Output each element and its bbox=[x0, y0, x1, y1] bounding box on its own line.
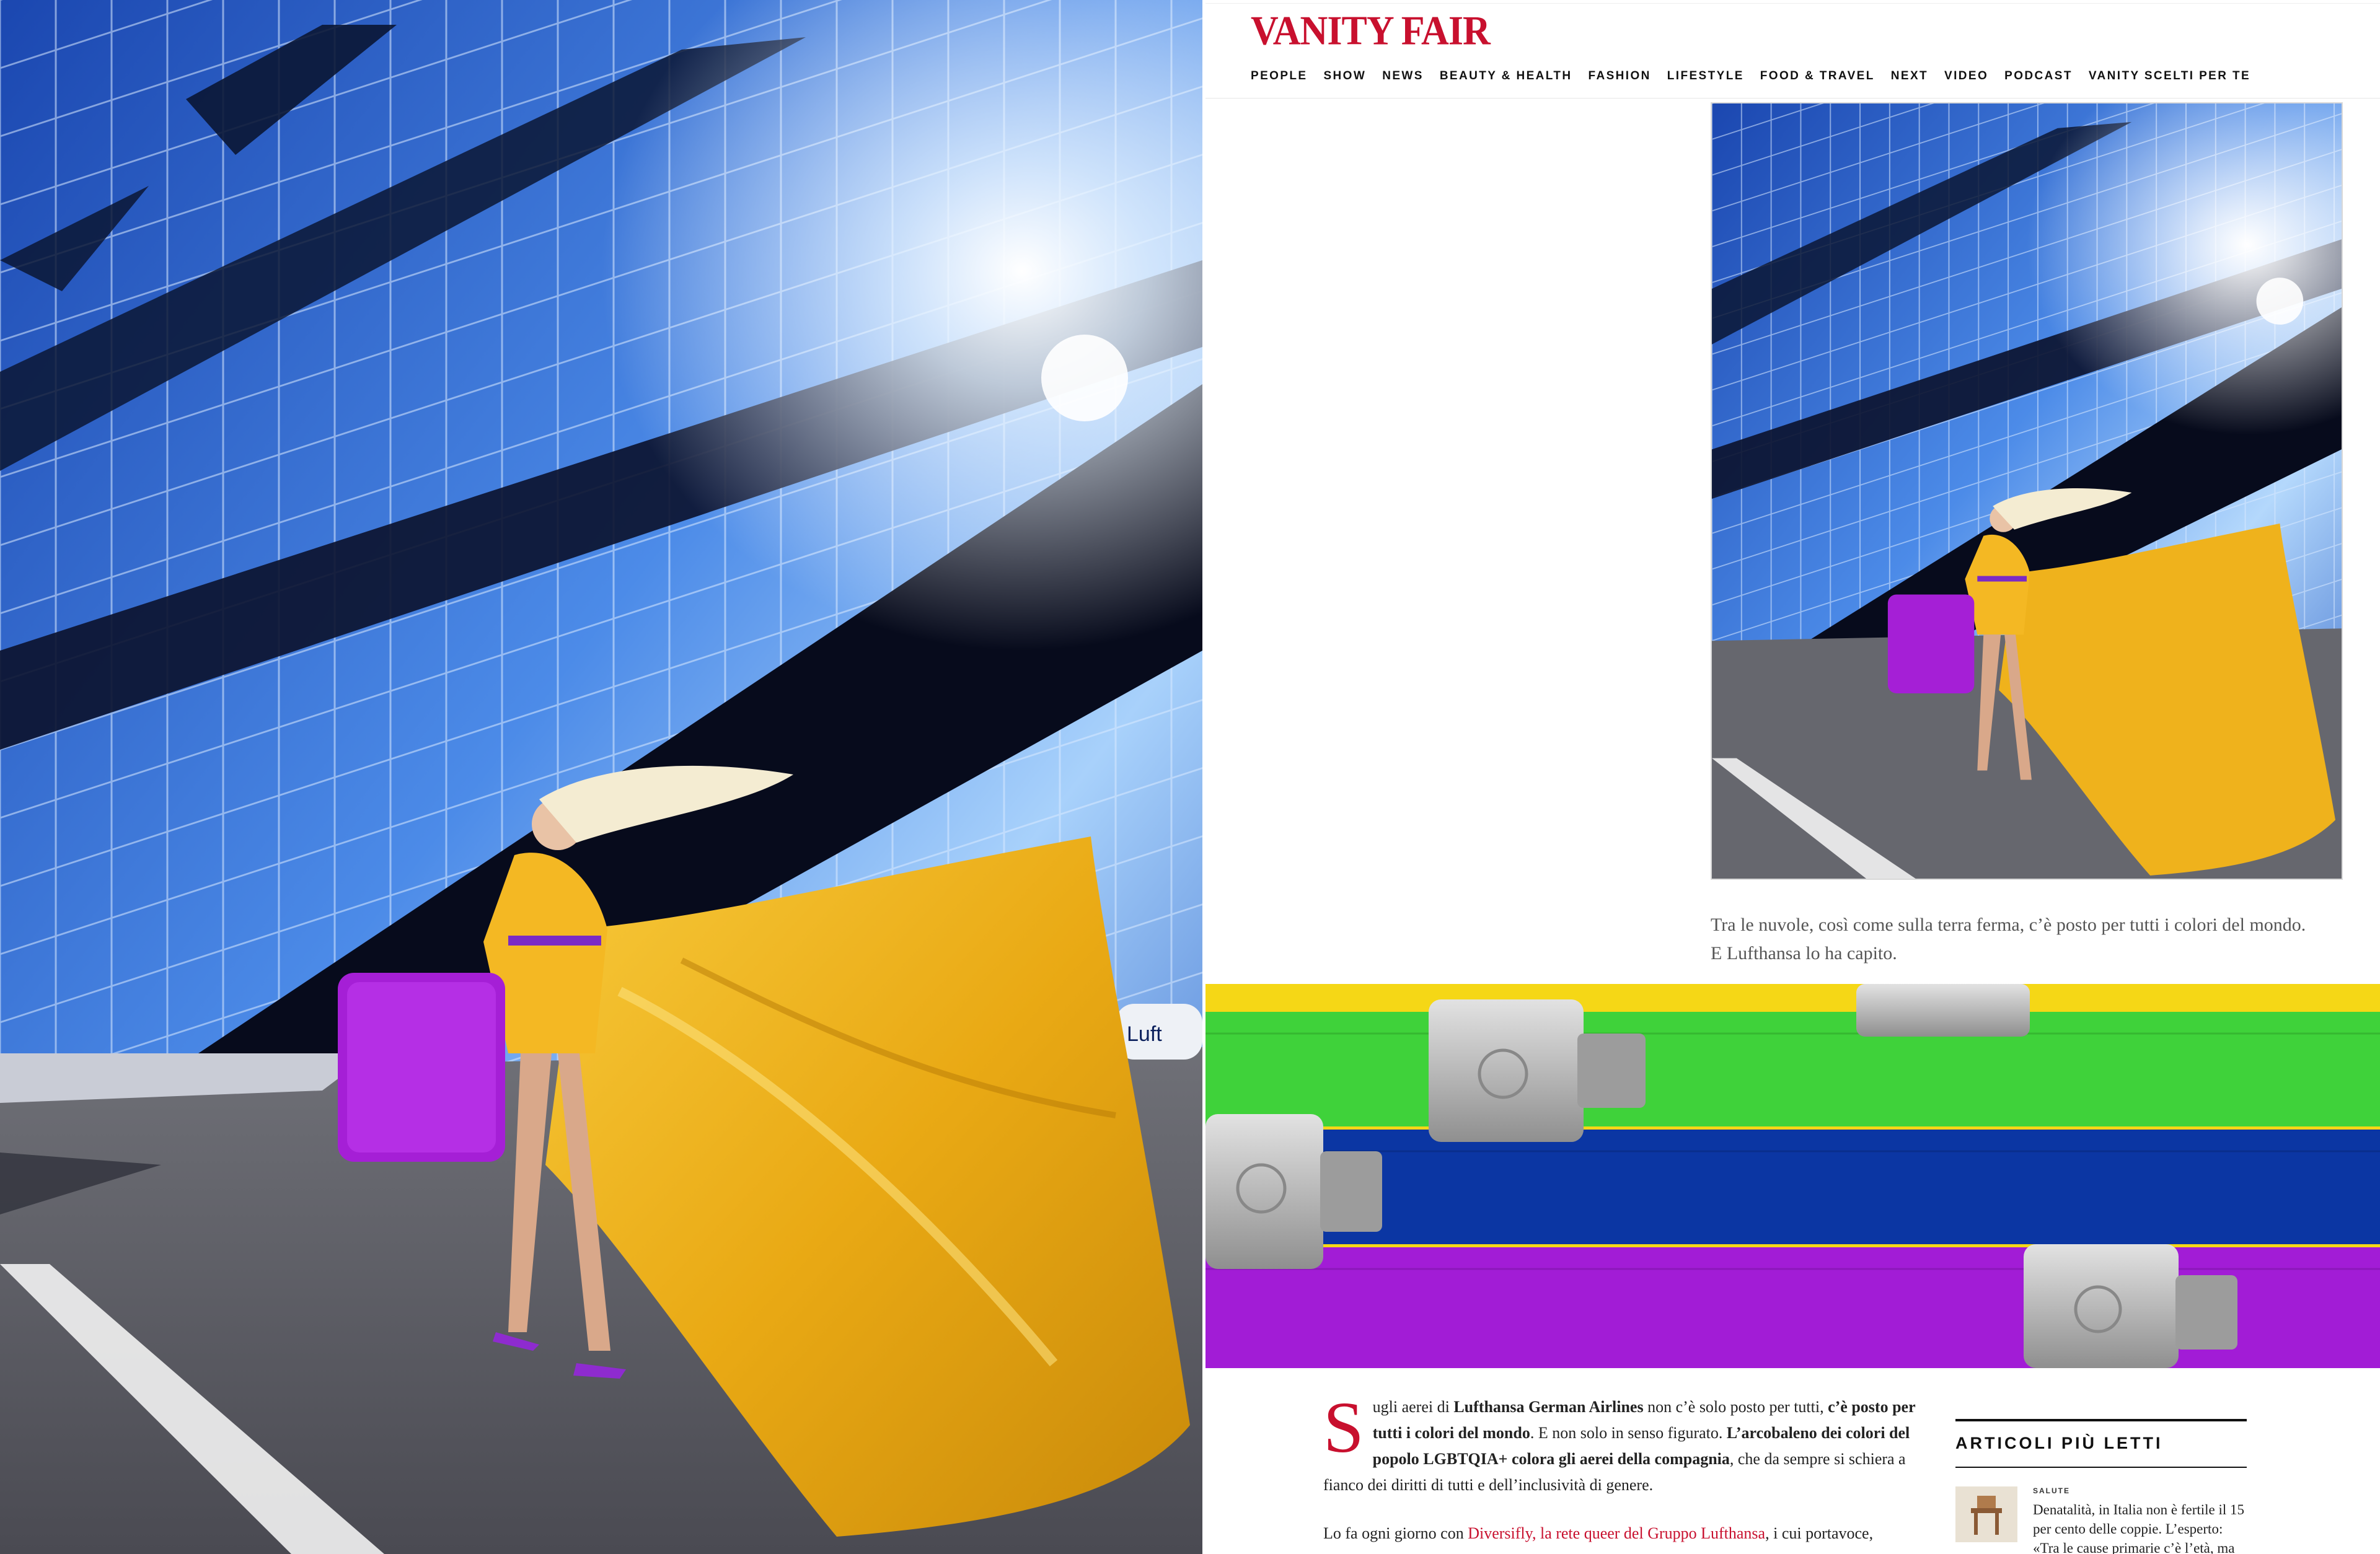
nav-item-video[interactable]: VIDEO bbox=[1944, 69, 1988, 83]
nav-item-people[interactable]: PEOPLE bbox=[1251, 69, 1307, 83]
paragraph-2: Lo fa ogni giorno con Diversifly, la ret… bbox=[1323, 1521, 1943, 1547]
most-read-headline[interactable]: Denatalità, in Italia non è fertile il 1… bbox=[2033, 1500, 2247, 1554]
hero-photo: Luft bbox=[0, 0, 1202, 1554]
vanity-fair-logo[interactable]: VANITY FAIR bbox=[1251, 7, 1491, 55]
top-divider bbox=[1205, 0, 2380, 4]
nav-divider bbox=[1205, 98, 2380, 99]
nav-item-food-travel[interactable]: FOOD & TRAVEL bbox=[1760, 69, 1875, 83]
p1-bold-1: Lufthansa German Airlines bbox=[1453, 1398, 1644, 1416]
most-read-sidebar: ARTICOLI PIÙ LETTI SALUTE Denatalità, in… bbox=[1955, 1419, 2247, 1554]
diversifly-link[interactable]: Diversifly, la rete queer del Gruppo Luf… bbox=[1468, 1524, 1765, 1542]
article-page: VANITY FAIR PEOPLE SHOW NEWS BEAUTY & HE… bbox=[1205, 0, 2380, 1554]
main-nav: PEOPLE SHOW NEWS BEAUTY & HEALTH FASHION… bbox=[1251, 69, 2267, 83]
most-read-kicker: SALUTE bbox=[2033, 1486, 2070, 1495]
nav-item-lifestyle[interactable]: LIFESTYLE bbox=[1667, 69, 1744, 83]
article-photo[interactable] bbox=[1711, 102, 2343, 880]
plane-lettering: Luft bbox=[1127, 1022, 1162, 1046]
p1-text-1: ugli aerei di bbox=[1372, 1398, 1454, 1416]
nav-item-next[interactable]: NEXT bbox=[1891, 69, 1928, 83]
most-read-item[interactable]: SALUTE Denatalità, in Italia non è ferti… bbox=[1955, 1486, 2247, 1554]
nav-item-fashion[interactable]: FASHION bbox=[1589, 69, 1651, 83]
hero-illustration: Luft bbox=[0, 0, 1202, 1554]
seatbelts-illustration bbox=[1205, 984, 2380, 1368]
p2-text-1: Lo fa ogni giorno con bbox=[1323, 1524, 1468, 1542]
nav-item-podcast[interactable]: PODCAST bbox=[2004, 69, 2073, 83]
article-photo-illustration bbox=[1712, 103, 2342, 879]
sidebar-rule bbox=[1955, 1467, 2247, 1468]
p2-text-2: , i cui portavoce, bbox=[1765, 1524, 1874, 1542]
paragraph-1: S ugli aerei di Lufthansa German Airline… bbox=[1323, 1387, 1943, 1498]
sidebar-title: ARTICOLI PIÙ LETTI bbox=[1955, 1434, 2163, 1452]
thumbnail-illustration bbox=[1955, 1486, 2017, 1542]
nav-item-vanity-scelti[interactable]: VANITY SCELTI PER TE bbox=[2089, 69, 2250, 83]
nav-item-show[interactable]: SHOW bbox=[1323, 69, 1366, 83]
most-read-thumbnail[interactable] bbox=[1955, 1486, 2017, 1542]
drop-cap: S bbox=[1323, 1387, 1364, 1468]
sidebar-top-rule bbox=[1955, 1419, 2247, 1421]
nav-item-news[interactable]: NEWS bbox=[1382, 69, 1424, 83]
nav-item-beauty-health[interactable]: BEAUTY & HEALTH bbox=[1440, 69, 1572, 83]
p1-text-3: . E non solo in senso figurato. bbox=[1530, 1424, 1727, 1442]
article-body: S ugli aerei di Lufthansa German Airline… bbox=[1323, 1387, 1943, 1554]
p1-text-2: non c’è solo posto per tutti, bbox=[1643, 1398, 1828, 1416]
photo-caption: Tra le nuvole, così come sulla terra fer… bbox=[1711, 915, 2306, 964]
seatbelts-photo[interactable] bbox=[1205, 984, 2380, 1368]
